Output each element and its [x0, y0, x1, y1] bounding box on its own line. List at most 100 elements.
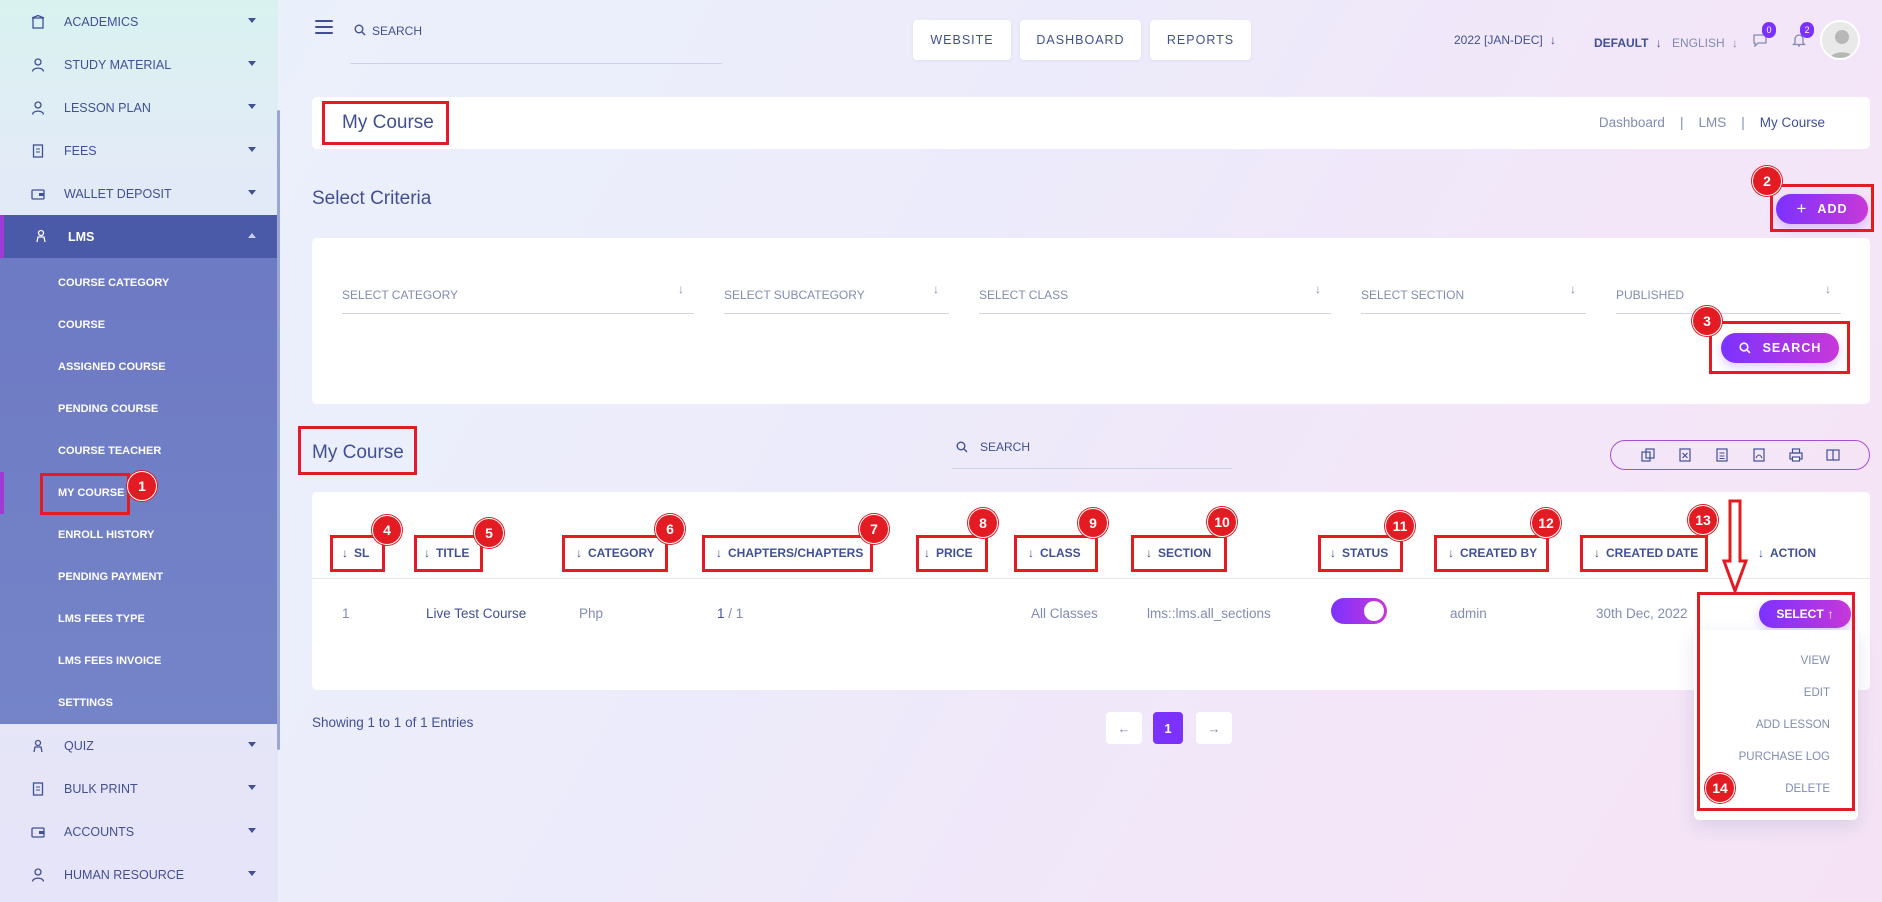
- sidebar-item-label: ACCOUNTS: [64, 824, 135, 839]
- highlight-search-button: [1709, 321, 1850, 374]
- columns-icon[interactable]: [1825, 447, 1841, 463]
- sidebar-scrollbar[interactable]: [277, 110, 280, 750]
- select-class[interactable]: SELECT CLASS ↓: [979, 282, 1331, 314]
- sort-arrow-icon: ↓: [1758, 546, 1764, 560]
- sidebar-item-human-resource[interactable]: HUMAN RESOURCE: [0, 853, 278, 896]
- highlight-created-date-header: [1580, 535, 1708, 572]
- sidebar-item-bulk-print[interactable]: BULK PRINT: [0, 767, 278, 810]
- annotation-badge-14: 14: [1705, 773, 1735, 803]
- status-toggle[interactable]: [1331, 598, 1387, 624]
- session-selector[interactable]: 2022 [JAN-DEC] ↓: [1454, 33, 1556, 47]
- arrow-down-icon: ↓: [1655, 36, 1662, 50]
- submenu-label: COURSE: [58, 319, 106, 331]
- submenu-lms-fees-invoice[interactable]: LMS FEES INVOICE: [0, 640, 278, 682]
- select-published[interactable]: PUBLISHED ↓: [1616, 282, 1841, 314]
- criteria-title: Select Criteria: [312, 188, 432, 209]
- submenu-assigned-course[interactable]: ASSIGNED COURSE: [0, 346, 278, 388]
- sidebar: ACADEMICS STUDY MATERIAL LESSON PLAN FEE…: [0, 0, 278, 902]
- excel-icon[interactable]: [1677, 447, 1693, 463]
- highlight-price-header: [916, 535, 988, 572]
- annotation-badge-12: 12: [1531, 508, 1561, 538]
- annotation-badge-10: 10: [1207, 507, 1237, 537]
- sidebar-item-accounts[interactable]: ACCOUNTS: [0, 810, 278, 853]
- lms-icon: [34, 229, 50, 245]
- menu-toggle-icon[interactable]: [315, 20, 333, 38]
- sidebar-item-lesson-plan[interactable]: LESSON PLAN: [0, 86, 278, 129]
- breadcrumb-lms[interactable]: LMS: [1698, 115, 1726, 130]
- select-subcategory[interactable]: SELECT SUBCATEGORY ↓: [724, 282, 949, 314]
- chevron-down-icon: [248, 61, 256, 66]
- top-search-input[interactable]: SEARCH: [350, 24, 722, 64]
- submenu-course-category[interactable]: COURSE CATEGORY: [0, 262, 278, 304]
- messages-badge: 0: [1762, 22, 1776, 38]
- arrow-down-icon: ↓: [678, 282, 684, 296]
- arrow-down-icon: ↓: [1825, 282, 1831, 296]
- select-section-label: SELECT SECTION: [1361, 288, 1465, 302]
- select-section[interactable]: SELECT SECTION ↓: [1361, 282, 1586, 314]
- pagination-page-1[interactable]: 1: [1153, 712, 1183, 744]
- annotation-badge-4: 4: [372, 515, 402, 545]
- submenu-pending-course[interactable]: PENDING COURSE: [0, 388, 278, 430]
- submenu-course[interactable]: COURSE: [0, 304, 278, 346]
- annotation-badge-3: 3: [1692, 306, 1722, 336]
- breadcrumb-dashboard[interactable]: Dashboard: [1599, 115, 1665, 130]
- submenu-enroll-history[interactable]: ENROLL HISTORY: [0, 514, 278, 556]
- avatar[interactable]: [1820, 20, 1860, 60]
- sidebar-item-wallet-deposit[interactable]: WALLET DEPOSIT: [0, 172, 278, 215]
- submenu-course-teacher[interactable]: COURSE TEACHER: [0, 430, 278, 472]
- highlight-created-by-header: [1434, 535, 1549, 572]
- highlight-title-header: [414, 535, 483, 572]
- style-selector[interactable]: DEFAULT ↓: [1594, 36, 1662, 50]
- pagination-next-button[interactable]: →: [1196, 712, 1232, 744]
- language-label: ENGLISH: [1672, 36, 1725, 50]
- sidebar-item-label: BULK PRINT: [64, 781, 138, 796]
- submenu-lms-fees-type[interactable]: LMS FEES TYPE: [0, 598, 278, 640]
- highlight-my-course-menu: [40, 473, 130, 515]
- course-title-link[interactable]: Live Test Course: [426, 606, 526, 621]
- chevron-down-icon: [248, 871, 256, 876]
- copy-icon[interactable]: [1640, 447, 1656, 463]
- chevron-down-icon: [248, 18, 256, 23]
- website-button[interactable]: WEBSITE: [913, 20, 1011, 60]
- language-selector[interactable]: ENGLISH ↓: [1672, 36, 1738, 50]
- submenu-label: LMS FEES INVOICE: [58, 655, 162, 667]
- sidebar-item-label: WALLET DEPOSIT: [64, 186, 172, 201]
- cell-category: Php: [579, 606, 604, 621]
- arrow-down-icon: ↓: [1732, 36, 1739, 50]
- search-placeholder: SEARCH: [980, 440, 1031, 454]
- reports-button[interactable]: REPORTS: [1150, 20, 1251, 60]
- cell-chapters: 1 / 1: [717, 606, 743, 621]
- table-header-divider: [312, 578, 1870, 579]
- sidebar-item-fees[interactable]: FEES: [0, 129, 278, 172]
- pagination-info: Showing 1 to 1 of 1 Entries: [312, 715, 474, 730]
- sidebar-item-lms[interactable]: LMS: [0, 215, 278, 258]
- sidebar-item-academics[interactable]: ACADEMICS: [0, 0, 278, 43]
- submenu-pending-payment[interactable]: PENDING PAYMENT: [0, 556, 278, 598]
- submenu-label: ASSIGNED COURSE: [58, 361, 166, 373]
- sidebar-item-study-material[interactable]: STUDY MATERIAL: [0, 43, 278, 86]
- select-class-label: SELECT CLASS: [979, 288, 1069, 302]
- notifications-badge: 2: [1800, 22, 1814, 38]
- submenu-settings[interactable]: SETTINGS: [0, 682, 278, 724]
- list-search-input[interactable]: SEARCH: [952, 432, 1232, 469]
- select-category[interactable]: SELECT CATEGORY ↓: [342, 282, 694, 314]
- wallet-icon: [30, 186, 46, 202]
- pagination-prev-button[interactable]: ←: [1106, 712, 1142, 744]
- cell-created-by: admin: [1450, 606, 1487, 621]
- sidebar-item-label: FEES: [64, 143, 97, 158]
- select-subcategory-label: SELECT SUBCATEGORY: [724, 288, 865, 302]
- arrow-down-icon: ↓: [933, 282, 939, 296]
- csv-icon[interactable]: [1714, 447, 1730, 463]
- highlight-section-header: [1131, 535, 1227, 572]
- chevron-down-icon: [248, 828, 256, 833]
- print-icon[interactable]: [1788, 447, 1804, 463]
- chevron-down-icon: [248, 742, 256, 747]
- annotation-badge-11: 11: [1385, 511, 1415, 541]
- pdf-icon[interactable]: [1751, 447, 1767, 463]
- dashboard-button[interactable]: DASHBOARD: [1020, 20, 1141, 60]
- annotation-badge-1: 1: [127, 471, 157, 501]
- column-header-action[interactable]: ↓ ACTION: [1758, 546, 1816, 560]
- top-bar: SEARCH WEBSITE DASHBOARD REPORTS 2022 [J…: [278, 0, 1882, 80]
- sidebar-item-quiz[interactable]: QUIZ: [0, 724, 278, 767]
- annotation-badge-13: 13: [1688, 505, 1718, 535]
